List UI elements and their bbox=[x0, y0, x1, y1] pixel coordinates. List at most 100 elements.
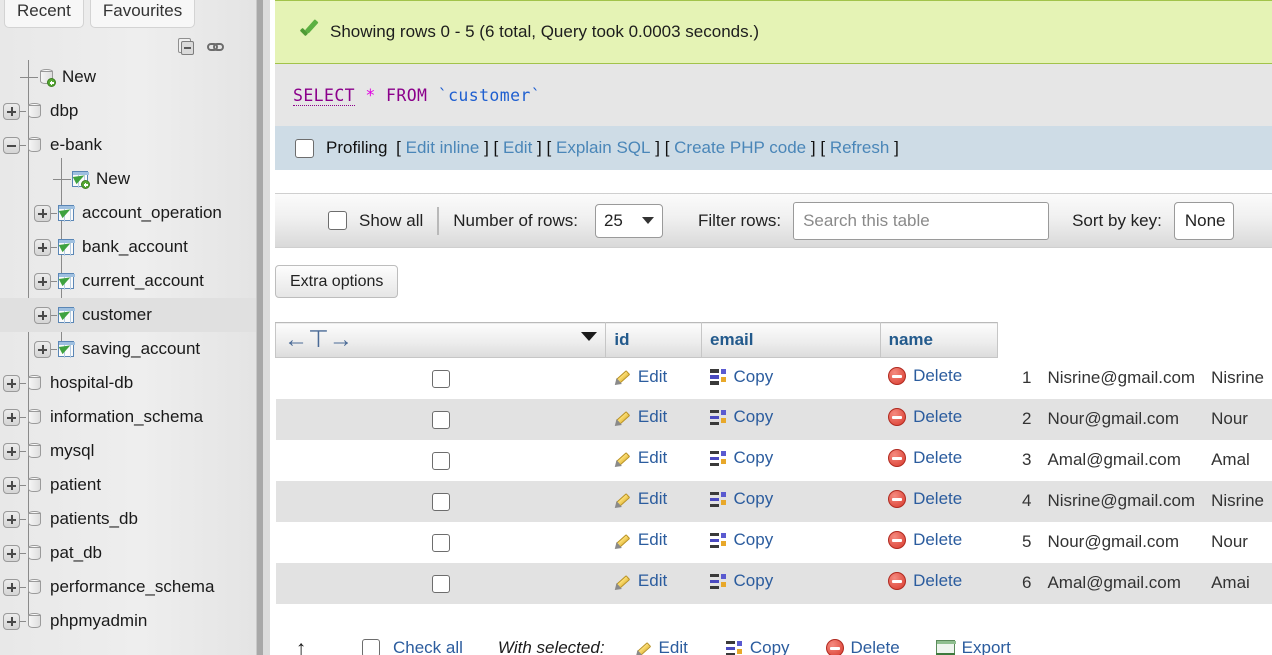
tree-item-performance_schema[interactable]: performance_schema bbox=[0, 570, 256, 604]
edit-link[interactable]: Edit bbox=[612, 530, 667, 552]
sql-query-box[interactable]: SELECT * FROM `customer` bbox=[275, 64, 1272, 126]
tree-item-hospital-db[interactable]: hospital-db bbox=[0, 366, 256, 400]
collapse-all-icon[interactable] bbox=[178, 38, 196, 56]
row-delete-cell[interactable]: Delete bbox=[880, 562, 998, 604]
row-select-cell[interactable] bbox=[275, 521, 606, 563]
copy-link[interactable]: Copy bbox=[709, 571, 773, 591]
expand-toggle[interactable] bbox=[3, 476, 20, 494]
row-select-cell[interactable] bbox=[275, 562, 606, 604]
filter-rows-input[interactable] bbox=[793, 201, 1050, 240]
header-actions[interactable]: ←⊤→ bbox=[275, 322, 607, 358]
expand-toggle[interactable] bbox=[34, 238, 51, 256]
row-edit-cell[interactable]: Edit bbox=[605, 480, 702, 522]
scroll-to-top-icon[interactable]: ↑ bbox=[293, 638, 309, 655]
table-row[interactable]: Edit Copy Delete 1 Nisrine@gmail.com Nis… bbox=[275, 357, 1272, 399]
expand-toggle[interactable] bbox=[34, 340, 51, 358]
row-select-cell[interactable] bbox=[275, 480, 606, 522]
row-checkbox[interactable] bbox=[431, 369, 450, 388]
row-select-cell[interactable] bbox=[275, 439, 606, 481]
edit-inline-link[interactable]: Edit inline bbox=[406, 138, 480, 158]
row-delete-cell[interactable]: Delete bbox=[880, 439, 998, 481]
edit-link[interactable]: Edit bbox=[612, 571, 667, 593]
row-copy-cell[interactable]: Copy bbox=[701, 357, 881, 399]
row-edit-cell[interactable]: Edit bbox=[605, 357, 702, 399]
sort-by-key-select[interactable]: None bbox=[1173, 201, 1234, 240]
check-all-checkbox[interactable] bbox=[362, 639, 380, 655]
row-select-cell[interactable] bbox=[275, 357, 606, 399]
edit-link[interactable]: Edit bbox=[612, 367, 667, 388]
tree-item-customer[interactable]: customer bbox=[0, 298, 256, 332]
tree-item-patient[interactable]: patient bbox=[0, 468, 256, 502]
bulk-edit-link[interactable]: Edit bbox=[632, 638, 688, 655]
sidebar-scrollbar-thumb[interactable] bbox=[257, 0, 263, 655]
tree-item-pat_db[interactable]: pat_db bbox=[0, 536, 256, 570]
row-delete-cell[interactable]: Delete bbox=[880, 398, 998, 440]
collapse-toggle[interactable] bbox=[3, 136, 20, 154]
header-id[interactable]: id bbox=[605, 322, 703, 358]
check-all-label[interactable]: Check all bbox=[393, 638, 463, 655]
row-copy-cell[interactable]: Copy bbox=[701, 562, 881, 604]
tree-item-bank_account[interactable]: bank_account bbox=[0, 230, 256, 264]
expand-toggle[interactable] bbox=[3, 408, 20, 426]
expand-toggle[interactable] bbox=[3, 102, 20, 120]
delete-link[interactable]: Delete bbox=[888, 407, 962, 427]
row-checkbox[interactable] bbox=[431, 451, 450, 470]
bulk-delete-link[interactable]: Delete bbox=[825, 638, 900, 655]
table-row[interactable]: Edit Copy Delete 3 Amal@gmail.com Amal bbox=[275, 439, 1272, 481]
expand-toggle[interactable] bbox=[3, 578, 20, 596]
bulk-export-link[interactable]: Export bbox=[935, 638, 1011, 655]
table-row[interactable]: Edit Copy Delete 5 Nour@gmail.com Nour bbox=[275, 521, 1272, 563]
row-edit-cell[interactable]: Edit bbox=[605, 521, 702, 563]
create-php-code-link[interactable]: Create PHP code bbox=[674, 138, 806, 158]
copy-link[interactable]: Copy bbox=[709, 407, 773, 427]
row-delete-cell[interactable]: Delete bbox=[880, 480, 998, 522]
expand-toggle[interactable] bbox=[3, 442, 20, 460]
row-checkbox[interactable] bbox=[431, 533, 450, 552]
tab-favourites[interactable]: Favourites bbox=[89, 0, 196, 28]
edit-link[interactable]: Edit bbox=[612, 407, 667, 429]
tree-item-saving_account[interactable]: saving_account bbox=[0, 332, 256, 366]
expand-toggle[interactable] bbox=[34, 272, 51, 290]
row-select-cell[interactable] bbox=[275, 398, 606, 440]
edit-link[interactable]: Edit bbox=[612, 489, 667, 511]
tree-item-dbp[interactable]: dbp bbox=[0, 94, 256, 128]
delete-link[interactable]: Delete bbox=[888, 571, 962, 591]
move-columns-icon[interactable]: ←⊤→ bbox=[284, 328, 353, 352]
row-copy-cell[interactable]: Copy bbox=[701, 398, 881, 440]
number-of-rows-select[interactable]: 25 bbox=[594, 203, 663, 238]
link-with-main-panel-icon[interactable] bbox=[207, 41, 226, 53]
expand-toggle[interactable] bbox=[3, 612, 20, 630]
row-checkbox[interactable] bbox=[431, 410, 450, 429]
row-edit-cell[interactable]: Edit bbox=[605, 439, 702, 481]
expand-toggle[interactable] bbox=[34, 204, 51, 222]
row-edit-cell[interactable]: Edit bbox=[605, 562, 702, 604]
copy-link[interactable]: Copy bbox=[709, 448, 773, 468]
expand-toggle[interactable] bbox=[3, 544, 20, 562]
expand-toggle[interactable] bbox=[3, 374, 20, 392]
tree-item-mysql[interactable]: mysql bbox=[0, 434, 256, 468]
tab-recent[interactable]: Recent bbox=[4, 0, 84, 28]
row-edit-cell[interactable]: Edit bbox=[605, 398, 702, 440]
edit-link[interactable]: Edit bbox=[503, 138, 532, 158]
sort-caret-icon[interactable] bbox=[581, 332, 598, 341]
copy-link[interactable]: Copy bbox=[709, 489, 773, 509]
header-email[interactable]: email bbox=[701, 322, 881, 358]
expand-toggle[interactable] bbox=[3, 510, 20, 528]
tree-item-new-table[interactable]: New bbox=[0, 162, 256, 196]
row-delete-cell[interactable]: Delete bbox=[880, 357, 998, 399]
bulk-copy-link[interactable]: Copy bbox=[725, 638, 790, 655]
copy-link[interactable]: Copy bbox=[709, 367, 773, 387]
tree-item-phpmyadmin[interactable]: phpmyadmin bbox=[0, 604, 256, 638]
delete-link[interactable]: Delete bbox=[888, 489, 962, 509]
table-row[interactable]: Edit Copy Delete 6 Amal@gmail.com Amai bbox=[275, 562, 1272, 604]
delete-link[interactable]: Delete bbox=[888, 366, 962, 386]
table-row[interactable]: Edit Copy Delete 2 Nour@gmail.com Nour bbox=[275, 398, 1272, 440]
tree-item-account_operation[interactable]: account_operation bbox=[0, 196, 256, 230]
profiling-checkbox[interactable] bbox=[295, 138, 314, 158]
expand-toggle[interactable] bbox=[34, 306, 51, 324]
tree-item-patients_db[interactable]: patients_db bbox=[0, 502, 256, 536]
edit-link[interactable]: Edit bbox=[612, 448, 667, 470]
show-all-checkbox[interactable] bbox=[328, 211, 347, 230]
header-name[interactable]: name bbox=[879, 322, 999, 358]
extra-options-button[interactable]: Extra options bbox=[275, 265, 399, 298]
